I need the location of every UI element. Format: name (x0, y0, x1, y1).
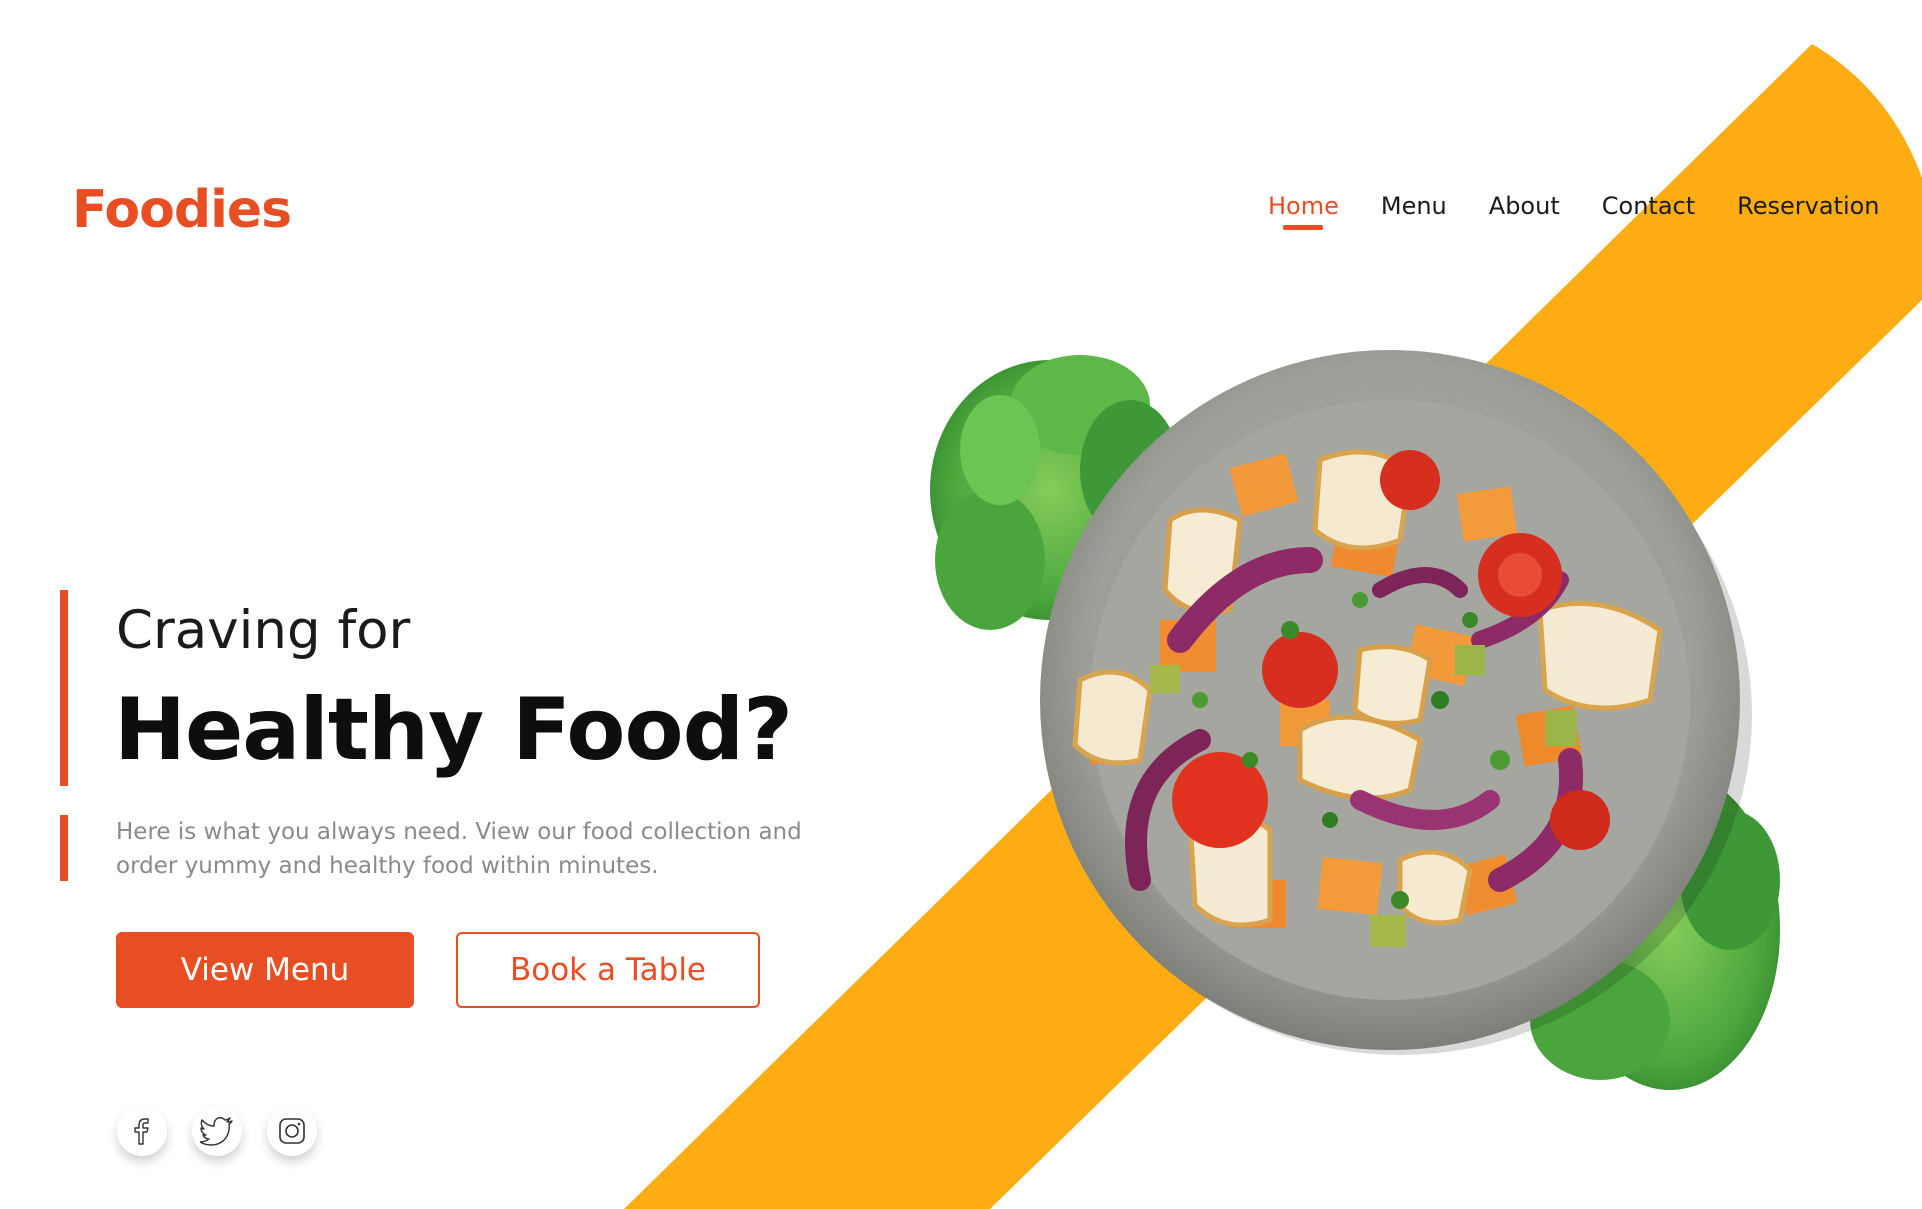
headline-accent-bar (60, 590, 68, 786)
nav-contact[interactable]: Contact (1602, 192, 1695, 220)
nav-about[interactable]: About (1489, 192, 1560, 220)
twitter-link[interactable] (192, 1106, 242, 1156)
brand-logo[interactable]: Foodies (72, 180, 292, 240)
twitter-icon (200, 1117, 233, 1146)
instagram-icon (279, 1118, 305, 1144)
description-accent-bar (60, 815, 68, 881)
nav-reservation[interactable]: Reservation (1737, 192, 1879, 220)
hero-card: Foodies Home Menu About Contact Reservat… (0, 0, 1922, 1209)
facebook-icon (134, 1118, 149, 1145)
nav-home[interactable]: Home (1268, 192, 1339, 220)
nav-menu[interactable]: Menu (1381, 192, 1447, 220)
hero-headline: Healthy Food? (114, 680, 793, 780)
instagram-link[interactable] (267, 1106, 317, 1156)
main-nav: Home Menu About Contact Reservation (1268, 192, 1880, 220)
book-table-button[interactable]: Book a Table (456, 932, 760, 1008)
facebook-link[interactable] (117, 1106, 167, 1156)
hero-description: Here is what you always need. View our f… (116, 819, 802, 879)
page: Foodies Home Menu About Contact Reservat… (0, 0, 1922, 1209)
hero-kicker: Craving for (116, 600, 411, 661)
view-menu-button[interactable]: View Menu (116, 932, 414, 1008)
